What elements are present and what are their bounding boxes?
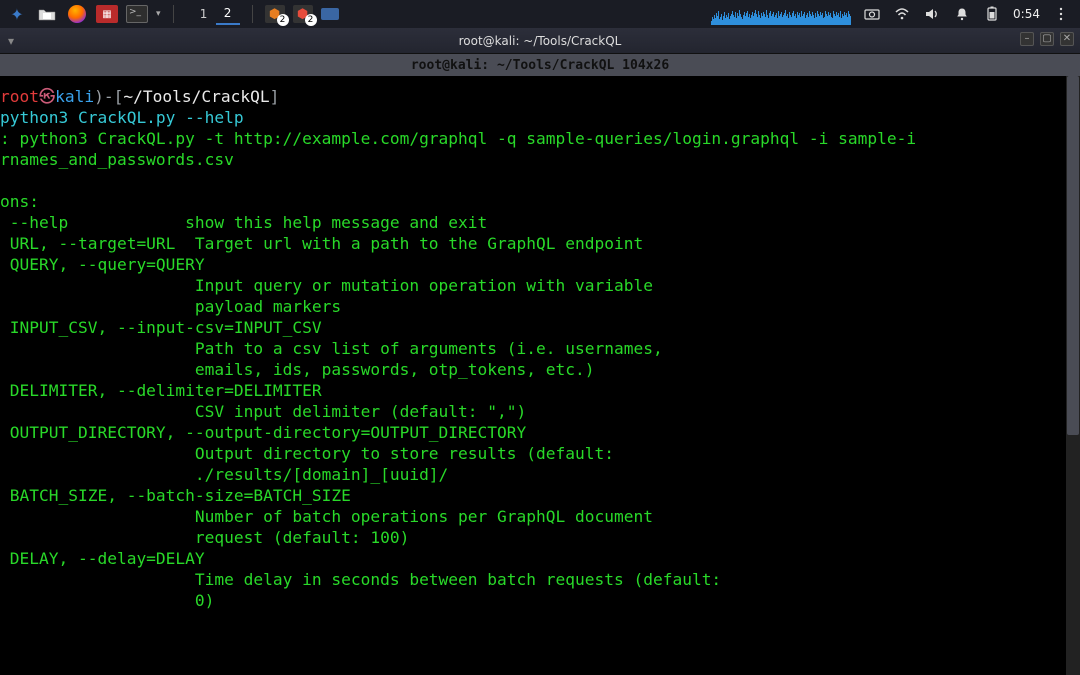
task-badge-1[interactable]: ⬢2 xyxy=(265,5,285,23)
prompt-sep: ㉿ xyxy=(39,87,55,106)
clock-label[interactable]: 0:54 xyxy=(1013,7,1040,21)
window-close-button[interactable]: ✕ xyxy=(1060,32,1074,46)
wifi-icon[interactable] xyxy=(893,5,911,23)
workspace-switcher: 1 2 xyxy=(192,3,240,25)
show-desktop-button[interactable] xyxy=(321,8,339,20)
help-line: QUERY, --query=QUERY xyxy=(0,255,205,274)
prompt-user: root xyxy=(0,87,39,106)
help-line: DELIMITER, --delimiter=DELIMITER xyxy=(0,381,322,400)
help-line: Number of batch operations per GraphQL d… xyxy=(0,507,653,526)
help-line: Path to a csv list of arguments (i.e. us… xyxy=(0,339,663,358)
help-line: OUTPUT_DIRECTORY, --output-directory=OUT… xyxy=(0,423,526,442)
notifications-icon[interactable] xyxy=(953,5,971,23)
terminal-output[interactable]: root㉿kali)-[~/Tools/CrackQL] python3 Cra… xyxy=(0,76,1080,675)
prompt-path: ~/Tools/CrackQL xyxy=(123,87,269,106)
app-red-button[interactable]: ▦ xyxy=(96,5,118,23)
volume-icon[interactable] xyxy=(923,5,941,23)
help-line: Time delay in seconds between batch requ… xyxy=(0,570,721,589)
power-menu-icon[interactable] xyxy=(1052,5,1070,23)
help-line: DELAY, --delay=DELAY xyxy=(0,549,205,568)
help-line: URL, --target=URL Target url with a path… xyxy=(0,234,643,253)
window-titlebar[interactable]: ▾ root@kali: ~/Tools/CrackQL – ▢ ✕ xyxy=(0,28,1080,54)
app-menu-button[interactable]: ✦ xyxy=(6,3,28,25)
battery-icon[interactable] xyxy=(983,5,1001,23)
options-header: ons: xyxy=(0,192,39,211)
help-line: INPUT_CSV, --input-csv=INPUT_CSV xyxy=(0,318,322,337)
task-badge-2[interactable]: ⬢2 xyxy=(293,5,313,23)
taskbar-dropdown-icon[interactable]: ▾ xyxy=(156,9,161,19)
prompt-command: python3 CrackQL.py --help xyxy=(0,108,244,127)
help-line: payload markers xyxy=(0,297,341,316)
usage-line-1: : python3 CrackQL.py -t http://example.c… xyxy=(0,129,916,148)
usage-line-2: rnames_and_passwords.csv xyxy=(0,150,234,169)
help-line: request (default: 100) xyxy=(0,528,409,547)
help-line: 0) xyxy=(0,591,214,610)
file-manager-button[interactable] xyxy=(36,3,58,25)
help-line: --help show this help message and exit xyxy=(0,213,487,232)
help-line: ./results/[domain]_[uuid]/ xyxy=(0,465,448,484)
help-line: BATCH_SIZE, --batch-size=BATCH_SIZE xyxy=(0,486,351,505)
camera-icon[interactable] xyxy=(863,5,881,23)
help-line: Input query or mutation operation with v… xyxy=(0,276,653,295)
workspace-2[interactable]: 2 xyxy=(216,3,240,25)
window-title: root@kali: ~/Tools/CrackQL xyxy=(459,34,622,48)
scrollbar-thumb[interactable] xyxy=(1067,76,1079,435)
workspace-1[interactable]: 1 xyxy=(192,3,216,25)
cpu-usage-graph[interactable] xyxy=(711,3,851,25)
firefox-button[interactable] xyxy=(66,3,88,25)
window-menu-icon[interactable]: ▾ xyxy=(8,34,14,48)
terminal-scrollbar[interactable] xyxy=(1066,76,1080,675)
help-line: Output directory to store results (defau… xyxy=(0,444,614,463)
help-line: CSV input delimiter (default: ",") xyxy=(0,402,526,421)
system-taskbar: ✦ ▦ ▾ 1 2 ⬢2 ⬢2 xyxy=(0,0,1080,28)
terminal-launcher-button[interactable] xyxy=(126,5,148,23)
prompt-host: kali xyxy=(55,87,94,106)
help-line: emails, ids, passwords, otp_tokens, etc.… xyxy=(0,360,595,379)
terminal-tab-title: root@kali: ~/Tools/CrackQL 104x26 xyxy=(411,58,669,73)
window-maximize-button[interactable]: ▢ xyxy=(1040,32,1054,46)
terminal-tabbar[interactable]: root@kali: ~/Tools/CrackQL 104x26 xyxy=(0,54,1080,76)
window-minimize-button[interactable]: – xyxy=(1020,32,1034,46)
